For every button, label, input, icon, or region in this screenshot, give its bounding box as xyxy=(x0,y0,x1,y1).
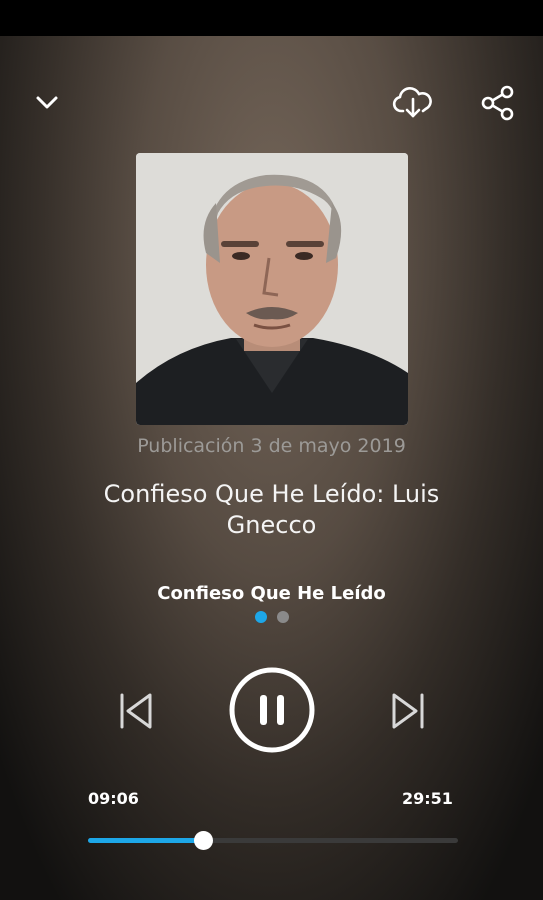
progress-thumb[interactable] xyxy=(193,831,213,850)
skip-next-icon xyxy=(392,693,424,729)
total-duration: 29:51 xyxy=(402,789,453,808)
top-bar xyxy=(0,75,543,131)
progress-fill xyxy=(88,838,203,843)
chevron-down-icon xyxy=(36,96,58,109)
portrait-illustration xyxy=(136,153,408,425)
elapsed-time: 09:06 xyxy=(88,789,139,808)
page-dot[interactable] xyxy=(277,611,289,623)
download-button[interactable] xyxy=(390,81,436,125)
next-button[interactable] xyxy=(384,687,432,735)
cloud-download-icon xyxy=(392,87,432,118)
playback-controls xyxy=(0,665,543,757)
collapse-button[interactable] xyxy=(28,87,66,119)
share-button[interactable] xyxy=(476,81,520,125)
show-name[interactable]: Confieso Que He Leído xyxy=(0,583,543,604)
skip-previous-icon xyxy=(120,693,152,729)
publication-label: Publicación xyxy=(137,435,245,457)
episode-cover-image xyxy=(136,153,408,425)
episode-title: Confieso Que He Leído: Luis Gnecco xyxy=(103,480,440,539)
page-indicator xyxy=(255,610,295,624)
status-bar xyxy=(0,0,543,36)
share-icon xyxy=(481,85,514,121)
previous-button[interactable] xyxy=(112,687,160,735)
progress-slider[interactable] xyxy=(88,831,458,850)
pause-button[interactable] xyxy=(227,665,317,755)
pause-icon xyxy=(229,667,315,753)
publication-date: Publicación 3 de mayo 2019 xyxy=(0,435,543,457)
page-dot-active[interactable] xyxy=(255,611,267,623)
publication-date-value: 3 de mayo 2019 xyxy=(250,435,406,457)
